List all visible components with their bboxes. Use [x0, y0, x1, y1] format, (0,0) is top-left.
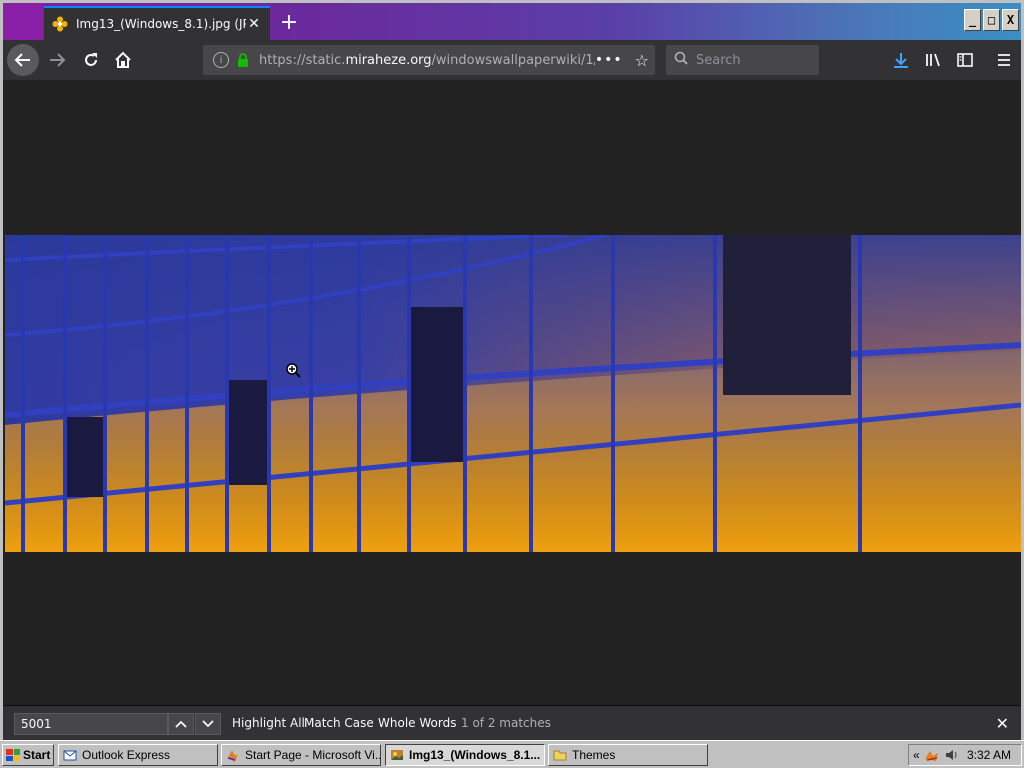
nav-toolbar: i https://static.miraheze.org/windowswal…	[3, 40, 1021, 80]
visual-studio-icon	[227, 750, 238, 762]
whole-words-toggle[interactable]: Whole Words	[378, 716, 456, 730]
home-button[interactable]	[107, 44, 139, 76]
arrow-left-icon	[14, 53, 30, 67]
taskbar-item-outlook-express[interactable]: Outlook Express	[58, 744, 218, 766]
tray-app-icon[interactable]	[924, 748, 940, 762]
volume-icon[interactable]	[944, 748, 960, 762]
tab-strip-spacer	[3, 3, 43, 40]
bookmark-star-icon[interactable]: ☆	[635, 51, 649, 70]
downloads-icon[interactable]	[889, 48, 913, 72]
reload-button[interactable]	[75, 44, 107, 76]
clock[interactable]: 3:32 AM	[967, 748, 1017, 762]
task-label: Outlook Express	[82, 748, 171, 762]
close-button[interactable]: X	[1002, 9, 1019, 31]
highlight-all-toggle[interactable]: Highlight All	[232, 716, 305, 730]
tab-close-icon[interactable]: ✕	[246, 16, 262, 32]
page-actions-icon[interactable]: •••	[595, 52, 623, 68]
tab-strip: Img13_(Windows_8.1).jpg (JPEG I ✕ + _ □ …	[3, 3, 1021, 40]
forward-button[interactable]	[41, 44, 73, 76]
zoom-in-cursor-icon	[286, 363, 302, 383]
wallpaper-image[interactable]	[5, 235, 1021, 552]
chevron-down-icon	[202, 720, 214, 728]
menu-hamburger-icon[interactable]	[992, 48, 1016, 72]
home-icon	[115, 51, 131, 68]
task-label: Start Page - Microsoft Vi...	[245, 748, 381, 762]
lock-icon[interactable]	[237, 53, 249, 67]
library-icon[interactable]	[921, 48, 945, 72]
windows-logo-icon	[6, 749, 20, 761]
find-previous-button[interactable]	[168, 713, 194, 735]
task-label: Img13_(Windows_8.1...	[409, 748, 541, 762]
browser-window: Img13_(Windows_8.1).jpg (JPEG I ✕ + _ □ …	[0, 0, 1024, 740]
find-bar: 5001 Highlight All Match Case Whole Word…	[3, 705, 1021, 740]
find-close-icon[interactable]: ✕	[996, 714, 1009, 733]
folder-icon	[553, 750, 567, 761]
window-controls: _ □ X	[964, 9, 1019, 31]
url-text[interactable]: https://static.miraheze.org/windowswallp…	[259, 53, 595, 68]
sidebar-icon[interactable]	[953, 48, 977, 72]
page-info-icon[interactable]: i	[213, 52, 229, 68]
taskbar-item-themes[interactable]: Themes	[548, 744, 708, 766]
new-tab-icon[interactable]: +	[275, 8, 303, 36]
arrow-right-icon	[50, 53, 66, 67]
tray-chevron-icon[interactable]: «	[913, 748, 920, 762]
taskbar-item-img13[interactable]: Img13_(Windows_8.1...	[385, 744, 545, 766]
image-viewer-icon	[391, 750, 403, 760]
match-case-toggle[interactable]: Match Case	[304, 716, 374, 730]
find-next-button[interactable]	[195, 713, 221, 735]
minimize-button[interactable]: _	[964, 9, 981, 31]
tab-active[interactable]: Img13_(Windows_8.1).jpg (JPEG I ✕	[44, 6, 270, 40]
find-input[interactable]: 5001	[14, 713, 168, 735]
search-bar[interactable]: Search	[666, 45, 819, 75]
chevron-up-icon	[175, 720, 187, 728]
start-button[interactable]: Start	[2, 744, 54, 766]
image-favicon-icon	[52, 16, 68, 32]
outlook-express-icon	[63, 750, 77, 761]
address-bar[interactable]: i https://static.miraheze.org/windowswal…	[203, 45, 655, 75]
back-button[interactable]	[7, 44, 39, 76]
taskbar: Start Outlook Express Start Page - Micro…	[0, 740, 1024, 768]
start-label: Start	[23, 748, 51, 762]
maximize-button[interactable]: □	[983, 9, 1000, 31]
page-content	[3, 80, 1021, 705]
taskbar-item-start-page[interactable]: Start Page - Microsoft Vi...	[221, 744, 381, 766]
task-label: Themes	[572, 748, 616, 762]
reload-icon	[85, 53, 97, 66]
search-icon	[674, 51, 688, 69]
system-tray: « 3:32 AM	[908, 744, 1022, 766]
find-status: 1 of 2 matches	[461, 716, 551, 730]
search-input[interactable]: Search	[696, 53, 741, 68]
tab-title: Img13_(Windows_8.1).jpg (JPEG I	[76, 17, 246, 31]
